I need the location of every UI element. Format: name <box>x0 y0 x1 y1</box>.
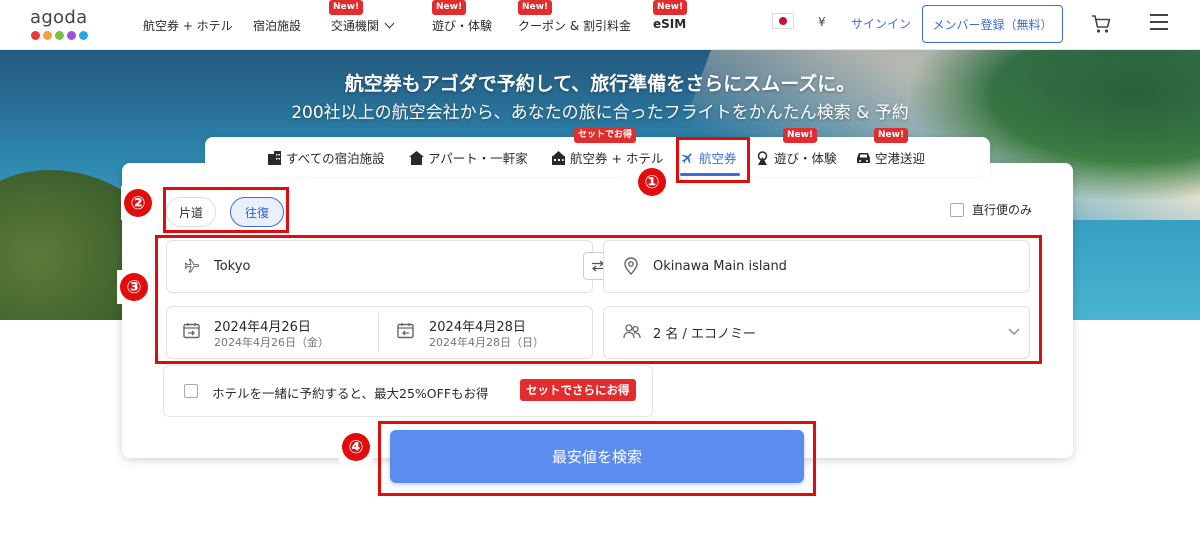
new-badge: New! <box>783 128 818 143</box>
tab-label: すべての宿泊施設 <box>286 151 385 166</box>
checkbox-box[interactable] <box>950 202 964 217</box>
annotation-box-search <box>378 421 816 496</box>
hotel-icon <box>268 150 281 165</box>
bundle-deal-badge: セットでさらにお得 <box>520 379 636 401</box>
nav-coupons[interactable]: クーポン & 割引料金 <box>518 17 631 34</box>
logo-dots <box>31 31 88 40</box>
tab-apartments[interactable]: アパート・一軒家 <box>409 148 528 167</box>
tab-all-accommodation[interactable]: すべての宿泊施設 <box>267 148 385 167</box>
nav-flight-hotel[interactable]: 航空券 + ホテル <box>143 17 233 34</box>
annotation-box-trip-type <box>163 187 289 233</box>
activity-icon <box>757 150 768 165</box>
new-badge: New! <box>432 0 467 15</box>
chevron-down-icon <box>384 18 395 29</box>
hotel-bundle-checkbox[interactable] <box>184 384 198 398</box>
annotation-marker-2: ② <box>121 186 155 220</box>
new-badge: New! <box>518 0 553 15</box>
cart-icon[interactable] <box>1090 13 1112 35</box>
annotation-marker-3: ③ <box>117 270 151 304</box>
logo-dot-purple <box>67 31 76 40</box>
tab-label: 空港送迎 <box>875 151 926 166</box>
top-navbar: agoda 航空券 + ホテル 宿泊施設 New! 交通機関 New! 遊び・体… <box>0 0 1200 50</box>
nav-esim[interactable]: eSIM <box>653 17 686 31</box>
signin-link[interactable]: サインイン <box>851 15 911 32</box>
nav-activities[interactable]: 遊び・体験 <box>432 17 492 34</box>
home-icon <box>409 150 424 165</box>
car-icon <box>857 152 870 163</box>
nav-accommodation[interactable]: 宿泊施設 <box>253 17 301 34</box>
logo-dot-green <box>55 31 64 40</box>
new-badge: New! <box>874 128 909 143</box>
currency-selector[interactable]: ¥ <box>818 15 826 29</box>
hotel-bundle-label: ホテルを一緒に予約すると、最大25%OFFもお得 <box>212 386 489 401</box>
logo-dot-orange <box>43 31 52 40</box>
agoda-logo[interactable]: agoda <box>30 7 94 43</box>
annotation-number: ① <box>638 168 666 196</box>
tab-activities[interactable]: 遊び・体験 <box>755 148 837 167</box>
annotation-marker-4: ④ <box>339 430 373 464</box>
annotation-box-tab <box>676 137 750 183</box>
logo-text: agoda <box>30 7 88 28</box>
direct-only-label: 直行便のみ <box>972 203 1033 217</box>
nav-transport-label: 交通機関 <box>331 19 380 33</box>
new-badge: New! <box>329 0 364 15</box>
japan-flag-icon[interactable] <box>772 13 794 29</box>
tab-deal-badge: セットでお得 <box>574 128 637 143</box>
annotation-number: ③ <box>120 273 148 301</box>
nav-transport[interactable]: 交通機関 <box>331 17 395 34</box>
hero-title: 航空券もアゴダで予約して、旅行準備をさらにスムーズに。 <box>344 73 856 95</box>
tab-label: アパート・一軒家 <box>428 151 528 166</box>
direct-only-checkbox[interactable]: 直行便のみ <box>950 201 1032 218</box>
logo-dot-red <box>31 31 40 40</box>
annotation-box-fields <box>155 235 1042 364</box>
hero-subtitle: 200社以上の航空会社から、あなたの旅に合ったフライトをかんたん検索 & 予約 <box>291 103 909 123</box>
annotation-marker-1: ① <box>635 165 669 199</box>
annotation-number: ② <box>124 189 152 217</box>
tab-label: 遊び・体験 <box>774 151 837 166</box>
register-button[interactable]: メンバー登録（無料） <box>922 5 1063 43</box>
logo-dot-blue <box>79 31 88 40</box>
tab-airport-transfer[interactable]: 空港送迎 <box>856 148 925 167</box>
new-badge: New! <box>653 0 688 15</box>
bundle-icon <box>552 150 565 165</box>
hamburger-menu-icon[interactable] <box>1150 13 1168 31</box>
annotation-number: ④ <box>342 433 370 461</box>
